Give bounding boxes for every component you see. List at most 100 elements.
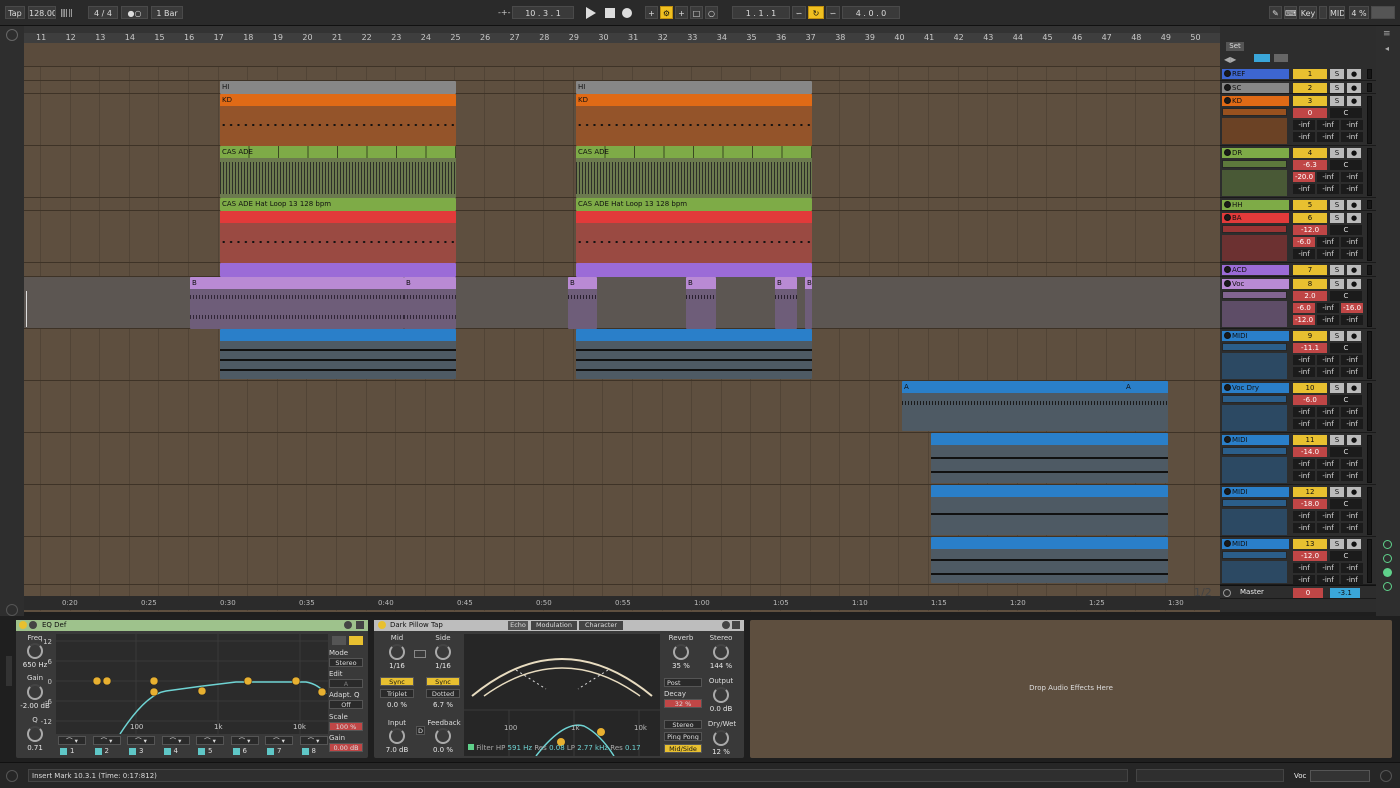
- send-field[interactable]: -inf: [1293, 563, 1315, 573]
- chevron-down-icon[interactable]: [1224, 436, 1231, 443]
- adaptive-q-toggle[interactable]: Off: [329, 700, 363, 709]
- bell-icon[interactable]: ⌒ ▾: [127, 736, 155, 745]
- send-field[interactable]: -inf: [1317, 303, 1339, 313]
- arm-button[interactable]: ●: [1347, 213, 1361, 223]
- solo-button[interactable]: S: [1330, 435, 1344, 445]
- solo-button[interactable]: S: [1330, 69, 1344, 79]
- band-toggle[interactable]: [129, 748, 136, 755]
- volume-field[interactable]: -12.0: [1293, 225, 1327, 235]
- session-record-button[interactable]: ○: [705, 6, 718, 19]
- arm-button[interactable]: ●: [1347, 148, 1361, 158]
- send-field[interactable]: -inf: [1341, 120, 1363, 130]
- send-field[interactable]: -inf: [1341, 355, 1363, 365]
- arm-button[interactable]: ●: [1347, 83, 1361, 93]
- clip-voc-b-1[interactable]: B: [190, 277, 404, 329]
- mid-time-knob[interactable]: [389, 644, 405, 660]
- clip-midi-11[interactable]: [931, 433, 1168, 483]
- bell-icon[interactable]: ⌒ ▾: [265, 736, 293, 745]
- arm-button[interactable]: ●: [1347, 539, 1361, 549]
- reverb-position-select[interactable]: Post: [664, 678, 702, 687]
- draw-mode-icon[interactable]: ✎: [1269, 6, 1282, 19]
- menu-icon[interactable]: ≡: [1383, 29, 1391, 39]
- side-offset-value[interactable]: 6.7 %: [426, 701, 460, 709]
- track-name[interactable]: REF: [1222, 69, 1289, 79]
- play-icon[interactable]: [1224, 70, 1231, 77]
- arm-button[interactable]: ●: [1347, 96, 1361, 106]
- edit-select[interactable]: A: [329, 679, 363, 688]
- band-toggle[interactable]: [198, 748, 205, 755]
- track-header[interactable]: DR 4 S ● -6.3 C -20.0 -inf -inf -inf -inf -inf: [1220, 146, 1376, 198]
- band-toggle[interactable]: [267, 748, 274, 755]
- track-name[interactable]: MIDI: [1222, 435, 1289, 445]
- send-field[interactable]: -inf: [1317, 315, 1339, 325]
- mid-offset-value[interactable]: 0.0 %: [380, 701, 414, 709]
- arrangement-record-icon[interactable]: [1254, 54, 1270, 62]
- solo-button[interactable]: S: [1330, 487, 1344, 497]
- chevron-down-icon[interactable]: [1224, 384, 1231, 391]
- io-toggle-icon[interactable]: [1383, 540, 1392, 549]
- clip-voc-b-2[interactable]: B: [404, 277, 456, 329]
- pan-field[interactable]: C: [1330, 225, 1362, 235]
- time-ruler[interactable]: 0:20 0:25 0:30 0:35 0:40 0:45 0:50 0:55 1:00 1:05…: [24, 596, 1220, 610]
- midi-map-button[interactable]: MIDI: [1329, 6, 1345, 19]
- send-field[interactable]: -inf: [1293, 120, 1315, 130]
- solo-button[interactable]: S: [1330, 279, 1344, 289]
- solo-button[interactable]: S: [1330, 331, 1344, 341]
- device-on-icon[interactable]: [378, 621, 386, 629]
- send-field[interactable]: -inf: [1317, 184, 1339, 194]
- headphones-icon[interactable]: [332, 636, 346, 645]
- send-field[interactable]: -inf: [1293, 459, 1315, 469]
- clip-hat-loop-1[interactable]: CAS ADE Hat Loop 13 128 bpm: [220, 198, 456, 211]
- output-knob[interactable]: [713, 687, 729, 703]
- send-field[interactable]: -20.0: [1293, 172, 1315, 182]
- track-header[interactable]: MIDI 11 S ● -14.0 C -inf -inf -inf -inf -inf -inf: [1220, 433, 1376, 485]
- link-icon[interactable]: [414, 650, 426, 658]
- send-field[interactable]: -inf: [1317, 575, 1339, 585]
- arm-button[interactable]: ●: [1347, 200, 1361, 210]
- solo-button[interactable]: S: [1330, 83, 1344, 93]
- clip-hi-2[interactable]: HI: [576, 81, 812, 94]
- filter-on-icon[interactable]: [468, 744, 474, 750]
- device-save-icon[interactable]: [356, 621, 364, 629]
- band-toggle[interactable]: [301, 748, 309, 755]
- clip-voc-b-5[interactable]: B: [775, 277, 797, 329]
- play-icon[interactable]: [1224, 201, 1231, 208]
- send-field[interactable]: -inf: [1293, 419, 1315, 429]
- eq-display[interactable]: 12 6 0 -6 -12 100 1k 10k: [41, 634, 328, 735]
- arm-button[interactable]: ●: [1347, 383, 1361, 393]
- send-field[interactable]: -inf: [1341, 459, 1363, 469]
- play-button[interactable]: [586, 7, 596, 19]
- capture-button[interactable]: □: [690, 6, 703, 19]
- send-field[interactable]: -inf: [1341, 237, 1363, 247]
- stereo-knob[interactable]: [713, 644, 729, 660]
- clip-hat-loop-2[interactable]: CAS ADE Hat Loop 13 128 bpm: [576, 198, 812, 211]
- track-activator[interactable]: 11: [1293, 435, 1327, 445]
- volume-field[interactable]: -6.3: [1293, 160, 1327, 170]
- device-settings-icon[interactable]: [344, 621, 352, 629]
- send-field[interactable]: -inf: [1341, 563, 1363, 573]
- volume-field[interactable]: -12.0: [1293, 551, 1327, 561]
- track-name[interactable]: MIDI: [1222, 487, 1289, 497]
- band-toggle[interactable]: [163, 748, 171, 755]
- track-activator[interactable]: 8: [1293, 279, 1327, 289]
- chevron-down-icon[interactable]: [1224, 280, 1231, 287]
- arm-button[interactable]: ●: [1347, 435, 1361, 445]
- bell-icon[interactable]: ⌒ ▾: [196, 736, 224, 745]
- mixer-toggle-icon[interactable]: [1383, 568, 1392, 577]
- track-activator[interactable]: 1: [1293, 69, 1327, 79]
- send-field[interactable]: -inf: [1317, 355, 1339, 365]
- send-field[interactable]: -inf: [1341, 367, 1363, 377]
- send-field[interactable]: -inf: [1341, 419, 1363, 429]
- arm-button[interactable]: ●: [1347, 69, 1361, 79]
- send-field[interactable]: -inf: [1293, 407, 1315, 417]
- send-field[interactable]: -inf: [1293, 523, 1315, 533]
- track-header[interactable]: KD 3 S ● 0 C -inf -inf -inf -inf -inf -inf: [1220, 94, 1376, 146]
- send-field[interactable]: -inf: [1317, 120, 1339, 130]
- send-field[interactable]: -inf: [1341, 511, 1363, 521]
- play-icon[interactable]: [1224, 266, 1231, 273]
- high-shelf-icon[interactable]: ⌒ ▾: [230, 736, 259, 745]
- track-name[interactable]: KD: [1222, 96, 1289, 106]
- dry-wet-value[interactable]: 12 %: [704, 748, 738, 756]
- send-field[interactable]: -inf: [1317, 419, 1339, 429]
- send-field[interactable]: -inf: [1317, 563, 1339, 573]
